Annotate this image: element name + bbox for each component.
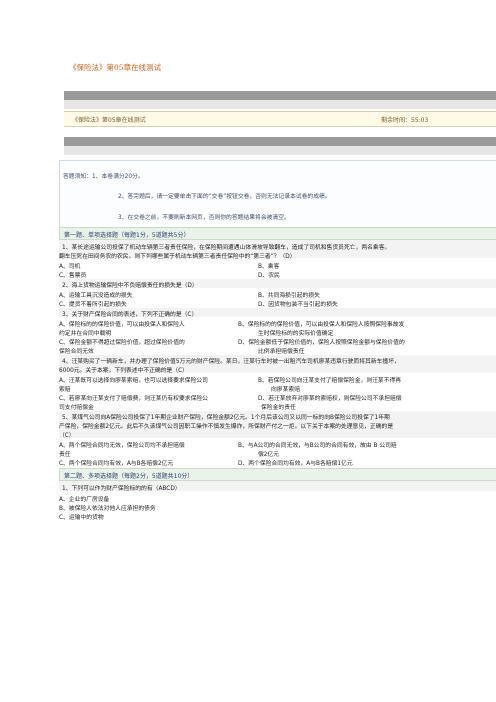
question-5-stem-cont-2: （C）: [59, 433, 75, 439]
answer-notice: 答题须知：1、本卷满分20分。 2、答完题后，请一定要单击下面的“交卷”按钮交卷…: [59, 160, 496, 228]
notice-line-1: 答题须知：1、本卷满分20分。: [63, 174, 144, 180]
option-c[interactable]: C、运输中的货物: [59, 512, 104, 521]
document-title: 《保险法》第05章在线测试: [69, 63, 162, 72]
question-5-stem-cont: 产保险，保险金额2亿元。此后不久该煤气公司因职工操作不慎发生爆炸，所保财产付之一…: [59, 424, 394, 430]
question-4-stem: 4、汪某购买了一辆新车，并办理了保险价值5万元的财产保险。某日，汪某行车时被一出…: [62, 359, 400, 365]
option-d[interactable]: D、农民: [258, 270, 280, 279]
option-c[interactable]: C、提货不着所引起的损失: [59, 299, 127, 308]
option-a[interactable]: A、运输工具沉没造成的损失: [59, 290, 133, 299]
question-4-stem-cont: 6000元。关于本案，下列表述中不正确的是（C）: [59, 368, 188, 374]
option-a-cont: 责任: [59, 452, 71, 458]
option-b[interactable]: B、乘客: [258, 261, 279, 270]
option-a[interactable]: A、保险标的的保险价值，可以由投保人和保险人: [59, 319, 185, 328]
option-b-cont: 向廖某索赔: [271, 387, 300, 393]
question-5-stem: 5、某煤气公司向A保险公司投保了1年期企业财产保险，保险金额2亿元。1个月后该公…: [62, 415, 390, 421]
option-a[interactable]: A、司机: [59, 261, 80, 270]
section-header-multiple: 第二题、多项选择题（每题2分，5道题共10分）: [59, 468, 496, 481]
section-header-single: 第一题、单项选择题（每题1分，5道题共5分）: [59, 227, 496, 240]
option-a[interactable]: A、两个保险合同均无效，保险公司均不承担赔偿: [59, 440, 185, 449]
question-1-stem-cont: 翻车压死在田间务农的农民。则下列哪些属于机动车辆第三者责任保险中的“第三者”？（…: [59, 254, 296, 260]
exam-info-bar: 《保险法》第05章在线测试 剩余时间：55:03: [64, 111, 496, 127]
header-bar: [64, 91, 496, 100]
option-b[interactable]: B、被保险人依法对他人应承担的债务: [59, 503, 156, 512]
option-c-cont: 保险合同无效: [59, 349, 94, 355]
notice-line-2: 2、答完题后，请一定要单击下面的“交卷”按钮交卷，否则无法记录本试卷的成绩。: [118, 194, 331, 200]
option-b[interactable]: B、共同海损引起的损失: [258, 290, 320, 299]
option-b-cont: 生时保险标的的实际价值确定: [258, 331, 334, 337]
question-1-stem: 1、某长途运输公司投保了机动车辆第三者责任保险，在保险期间遭遇山体滑坡导致翻车，…: [62, 245, 391, 251]
option-c[interactable]: C、两个保险合同均有效，A与B各赔偿2亿元: [59, 458, 173, 467]
option-a[interactable]: A、汪某既可以选择向廖某索赔，也可以选择要求保险公司: [59, 375, 208, 384]
option-d[interactable]: D、若汪某放弃对廖某的索赔权，则保险公司不承担赔偿: [258, 393, 402, 402]
option-c-cont: 司支付赔偿金: [59, 405, 94, 411]
multi-question-1-stem: 1、下列可以作为财产保险标的的有（ABCD）: [62, 486, 181, 492]
option-a-cont: 约定并在合同中载明: [59, 331, 112, 337]
option-a[interactable]: A、企业的厂房设备: [59, 494, 109, 503]
divider-bar-light: [64, 146, 496, 155]
option-b[interactable]: B、与A公司的合同无效，与B公司的合同有效，故由 B 公司赔: [238, 440, 397, 449]
option-b[interactable]: B、若保险公司向汪某支付了赔偿保险金，则汪某不得再: [258, 375, 401, 384]
option-a-cont: 索赔: [59, 387, 71, 393]
question-3-stem: 3、关于财产保险合同的表述，下列不正确的是（C）: [62, 312, 198, 318]
section-title: 第二题、多项选择题（每题2分，5道题共10分）: [64, 473, 194, 480]
option-d[interactable]: D、两个保险合同均有效，A与B各赔偿1亿元: [238, 458, 353, 467]
divider-bar: [64, 137, 496, 146]
option-d-cont: 保险金的责任: [261, 405, 296, 411]
option-d-cont: 比例承担赔偿责任: [258, 349, 305, 355]
question-2-stem: 2、海上货物运输保险中不负赔偿责任的损失是（D）: [62, 283, 198, 289]
option-b[interactable]: B、保险标的的保险价值，可以由投保人和保险人按照保险事故发: [238, 319, 404, 328]
option-c[interactable]: C、售票员: [59, 270, 86, 279]
option-b-cont: 偿2亿元: [258, 452, 280, 458]
option-c[interactable]: C、若廖某向汪某支付了赔偿费，则汪某仍有权要求保险公: [59, 393, 208, 402]
remaining-time: 剩余时间：55:03: [381, 117, 429, 124]
section-title: 第一题、单项选择题（每题1分，5道题共5分）: [64, 232, 190, 239]
option-d[interactable]: D、因货物包装不当引起的损失: [258, 299, 338, 308]
option-d[interactable]: D、保险金额低于保险价值的，保险人按照保险金额与保险价值的: [238, 337, 405, 346]
exam-title: 《保险法》第05章在线测试: [72, 117, 146, 124]
header-bar-light: [64, 100, 496, 109]
notice-line-3: 3、在交卷之前，不要刷新本网页，否则你的答题结果将会被清空。: [118, 215, 290, 221]
option-c[interactable]: C、保险金额不得超过保险价值，超过保险价值的: [59, 337, 185, 346]
